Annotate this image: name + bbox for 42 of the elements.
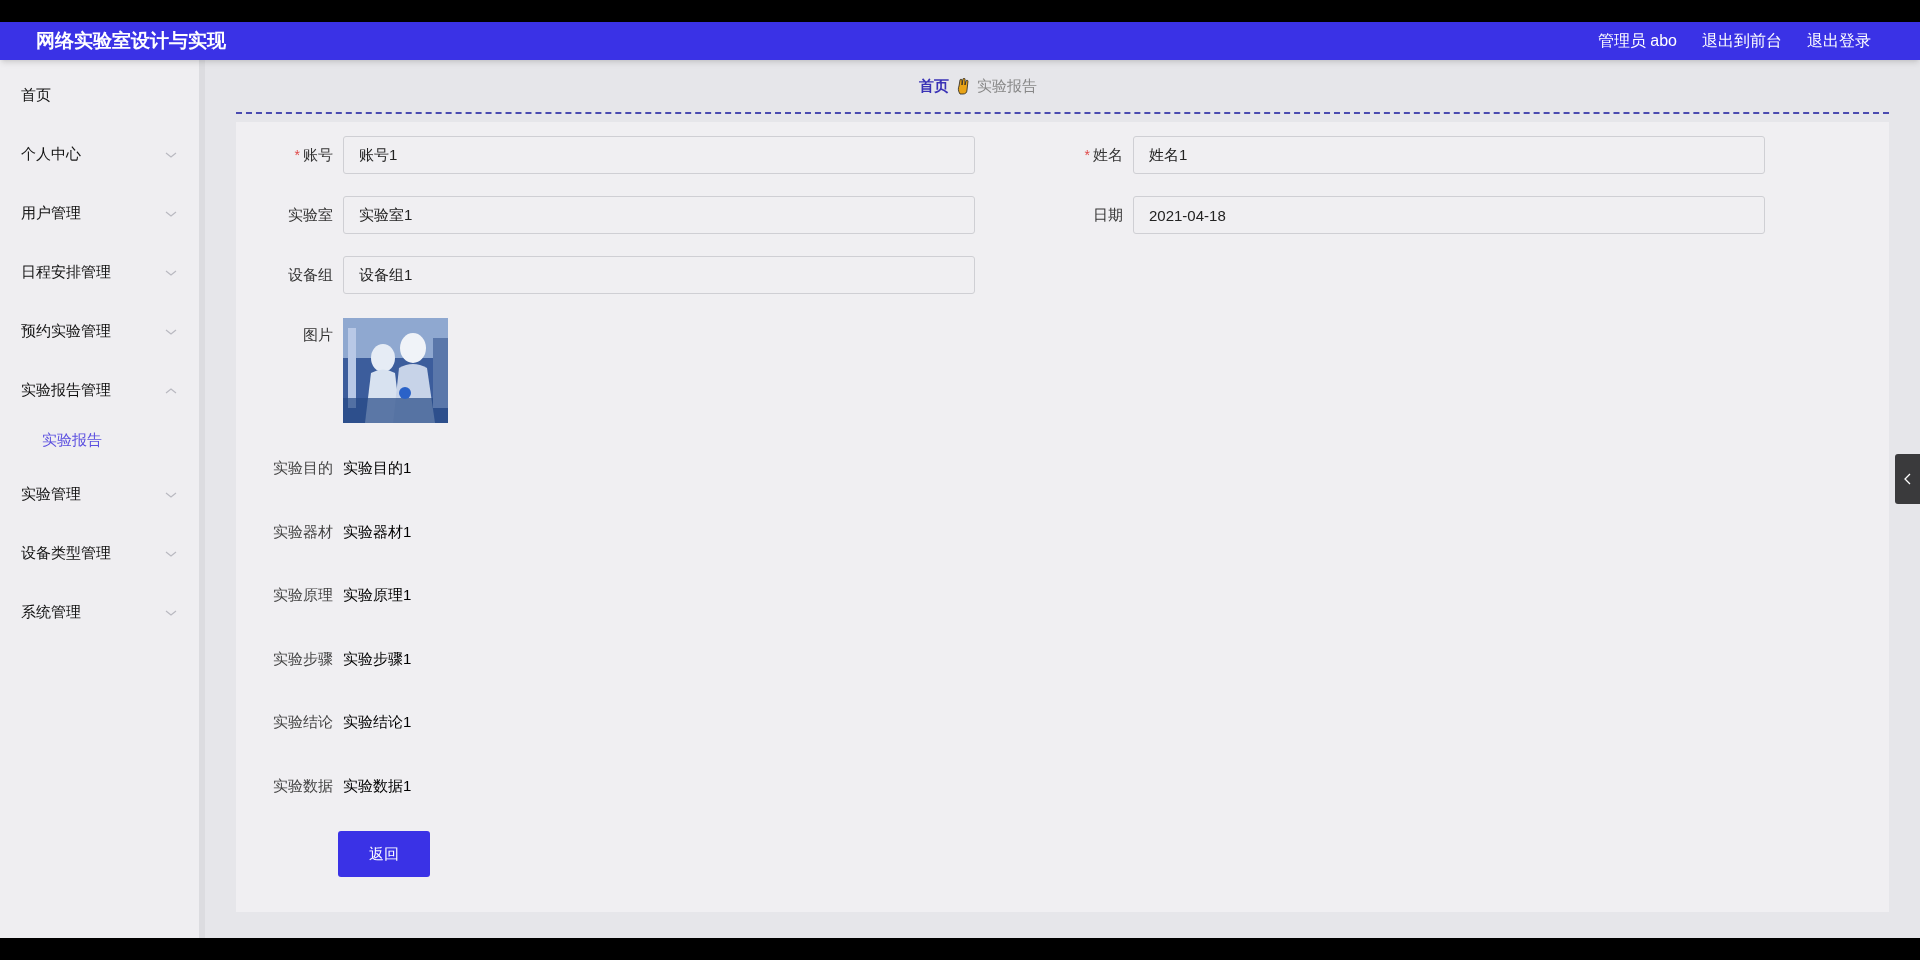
menu-item[interactable]: 实验管理	[0, 465, 199, 524]
field-label: 实验目的	[272, 458, 333, 478]
field-value: 实验原理1	[343, 585, 412, 605]
field-label: 实验室	[288, 204, 333, 225]
field-value: 实验器材1	[343, 521, 412, 542]
input-field[interactable]: 2021-04-18	[1133, 196, 1765, 234]
menu-item[interactable]: 预约实验管理	[0, 302, 199, 361]
required-mark: *	[294, 145, 300, 165]
user-link[interactable]: 管理员 abo	[1597, 29, 1677, 53]
field-label: 实验器材	[272, 521, 333, 542]
collapse-tab[interactable]	[1895, 454, 1920, 504]
field-value: 实验结论1	[343, 712, 412, 732]
hand-icon	[956, 77, 969, 95]
field-label: 账号	[303, 144, 333, 165]
chevron-left-icon	[1903, 473, 1912, 485]
menu-item[interactable]: 个人中心	[0, 125, 199, 184]
logout-link[interactable]: 退出到前台	[1702, 29, 1782, 53]
required-mark: *	[1084, 145, 1090, 165]
input-field[interactable]: 姓名1	[1133, 136, 1765, 174]
menu-item[interactable]: 首页	[0, 66, 199, 125]
field-label: 实验步骤	[272, 648, 333, 669]
logout-link[interactable]: 退出登录	[1807, 29, 1871, 53]
field-label: 实验结论	[272, 712, 333, 732]
field-value: 实验步骤1	[343, 648, 412, 669]
back-button[interactable]: 返回	[338, 831, 430, 877]
breadcrumb-link[interactable]: 首页	[918, 74, 949, 98]
field-value: 实验数据1	[343, 775, 412, 796]
field-label: 图片	[302, 325, 333, 345]
menu-item[interactable]: 系统管理	[0, 583, 199, 642]
field-label: 日期	[1093, 204, 1123, 225]
menu-item[interactable]: 设备类型管理	[0, 524, 199, 583]
field-label: 设备组	[288, 264, 333, 285]
menu-item[interactable]: 用户管理	[0, 184, 199, 243]
input-field[interactable]: 实验室1	[343, 196, 975, 234]
field-label: 姓名	[1093, 144, 1123, 165]
field-value: 实验目的1	[343, 458, 412, 478]
app-title: 网络实验室设计与实现	[36, 28, 226, 53]
field-label: 实验原理	[272, 585, 333, 605]
field-label: 实验数据	[272, 775, 333, 796]
menu-item[interactable]: 日程安排管理	[0, 243, 199, 302]
input-field[interactable]: 账号1	[343, 136, 975, 174]
input-field[interactable]: 设备组1	[343, 256, 975, 294]
